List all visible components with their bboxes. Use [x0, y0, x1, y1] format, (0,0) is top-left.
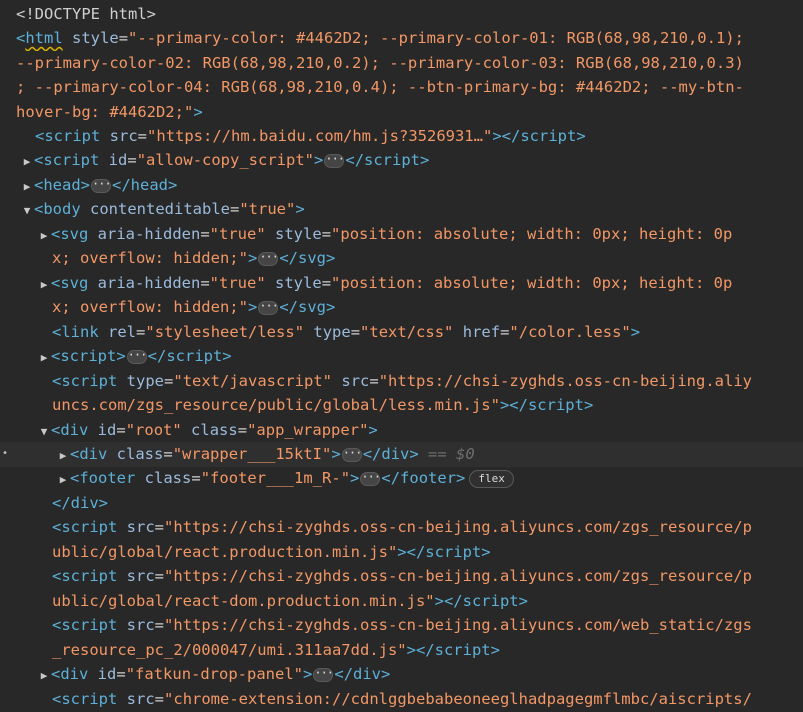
- hm-script-node[interactable]: <script src="https://hm.baidu.com/hm.js?…: [35, 124, 803, 149]
- selected-marker: == $0: [428, 445, 475, 463]
- expand-arrow-icon[interactable]: ▶: [56, 468, 70, 491]
- less-script-cont: uncs.com/zgs_resource/public/global/less…: [52, 396, 594, 414]
- flex-badge[interactable]: flex: [469, 469, 514, 488]
- allow-copy-id: allow-copy_script: [146, 151, 305, 169]
- less-src[interactable]: https://chsi-zyghds.oss-cn-beijing.aliy: [388, 372, 752, 390]
- umi-script-node[interactable]: <script src="https://chsi-zyghds.oss-cn-…: [52, 613, 803, 638]
- expand-arrow-icon[interactable]: ▶: [37, 346, 51, 369]
- expand-arrow-icon[interactable]: ▶: [56, 444, 70, 467]
- less-script-node[interactable]: <script type="text/javascript" src="http…: [52, 369, 803, 394]
- html-node[interactable]: <html style="--primary-color: #4462D2; -…: [16, 26, 803, 51]
- html-style-line2: --primary-color-02: RGB(68,98,210,0.2); …: [16, 54, 744, 72]
- ellipsis-button[interactable]: ···: [258, 300, 279, 315]
- wrapper-div-node[interactable]: • ▶ <div class="wrapper___15ktI"> ···</div…: [0, 442, 803, 467]
- ellipsis-button[interactable]: ···: [341, 447, 362, 462]
- ellipsis-button[interactable]: ···: [313, 667, 334, 682]
- umi-script-cont: _resource_pc_2/000047/umi.311aa7dd.js"><…: [52, 641, 500, 659]
- link-href[interactable]: /color.less: [519, 323, 622, 341]
- expand-arrow-icon[interactable]: ▶: [20, 175, 34, 198]
- script-node-collapsed[interactable]: ▶ <script> ···</script>: [37, 344, 803, 369]
- ellipsis-button[interactable]: ···: [126, 349, 147, 364]
- ellipsis-button[interactable]: ···: [258, 251, 279, 266]
- expand-arrow-icon[interactable]: ▶: [37, 664, 51, 687]
- ellipsis-button[interactable]: ···: [360, 471, 381, 486]
- body-node[interactable]: ▼ <body contenteditable="true">: [20, 197, 803, 222]
- collapse-arrow-icon[interactable]: ▼: [20, 199, 34, 222]
- chrome-ext-src[interactable]: chrome-extension://cdnlggbebabeoneeglhad…: [173, 690, 752, 708]
- html-style-line3: ; --primary-color-04: RGB(68,98,210,0.4)…: [16, 78, 744, 96]
- fatkun-div-node[interactable]: ▶ <div id="fatkun-drop-panel"> ···</div>: [37, 662, 803, 687]
- expand-arrow-icon[interactable]: ▶: [20, 150, 34, 173]
- elements-panel: <!DOCTYPE html> <html style="--primary-c…: [0, 0, 803, 712]
- chrome-ext-script-node[interactable]: <script src="chrome-extension://cdnlggbe…: [52, 687, 803, 712]
- reactdom-script-node[interactable]: <script src="https://chsi-zyghds.oss-cn-…: [52, 564, 803, 589]
- root-div-close[interactable]: </div>: [52, 491, 803, 516]
- expand-arrow-icon[interactable]: ▶: [37, 273, 51, 296]
- react-script-node[interactable]: <script src="https://chsi-zyghds.oss-cn-…: [52, 515, 803, 540]
- doctype-node[interactable]: <!DOCTYPE html>: [16, 2, 803, 27]
- root-div-node[interactable]: ▼ <div id="root" class="app_wrapper">: [37, 418, 803, 444]
- svg-node-2-cont: x; overflow: hidden;"> ···</svg>: [52, 298, 336, 316]
- react-script-cont: ublic/global/react.production.min.js"></…: [52, 543, 491, 561]
- selection-dot-icon: •: [2, 448, 9, 459]
- ellipsis-button[interactable]: ···: [324, 153, 345, 168]
- hm-script-src[interactable]: https://hm.baidu.com/hm.js?3526931…: [156, 127, 483, 145]
- html-tag-name: html: [25, 29, 63, 47]
- allow-copy-script-node[interactable]: ▶ <script id="allow-copy_script"> ···</scr…: [20, 148, 803, 173]
- html-style-part1: --primary-color: #4462D2; --primary-colo…: [137, 29, 744, 47]
- reactdom-src[interactable]: https://chsi-zyghds.oss-cn-beijing.aliyu…: [173, 567, 752, 585]
- ellipsis-button[interactable]: ···: [91, 178, 112, 193]
- collapse-arrow-icon[interactable]: ▼: [37, 420, 51, 443]
- doctype-text: <!DOCTYPE html>: [16, 5, 156, 23]
- footer-node[interactable]: ▶ <footer class="footer___1m_R-"> ···</foo…: [56, 466, 803, 491]
- link-node[interactable]: <link rel="stylesheet/less" type="text/c…: [52, 320, 803, 345]
- html-style-line4: hover-bg: #4462D2;">: [16, 103, 203, 121]
- reactdom-script-cont: ublic/global/react-dom.production.min.js…: [52, 592, 528, 610]
- head-node[interactable]: ▶ <head> ···</head>: [20, 173, 803, 198]
- umi-src[interactable]: https://chsi-zyghds.oss-cn-beijing.aliyu…: [173, 616, 752, 634]
- svg-node-1-cont: x; overflow: hidden;"> ···</svg>: [52, 249, 336, 267]
- react-src[interactable]: https://chsi-zyghds.oss-cn-beijing.aliyu…: [173, 518, 752, 536]
- expand-arrow-icon[interactable]: ▶: [37, 224, 51, 247]
